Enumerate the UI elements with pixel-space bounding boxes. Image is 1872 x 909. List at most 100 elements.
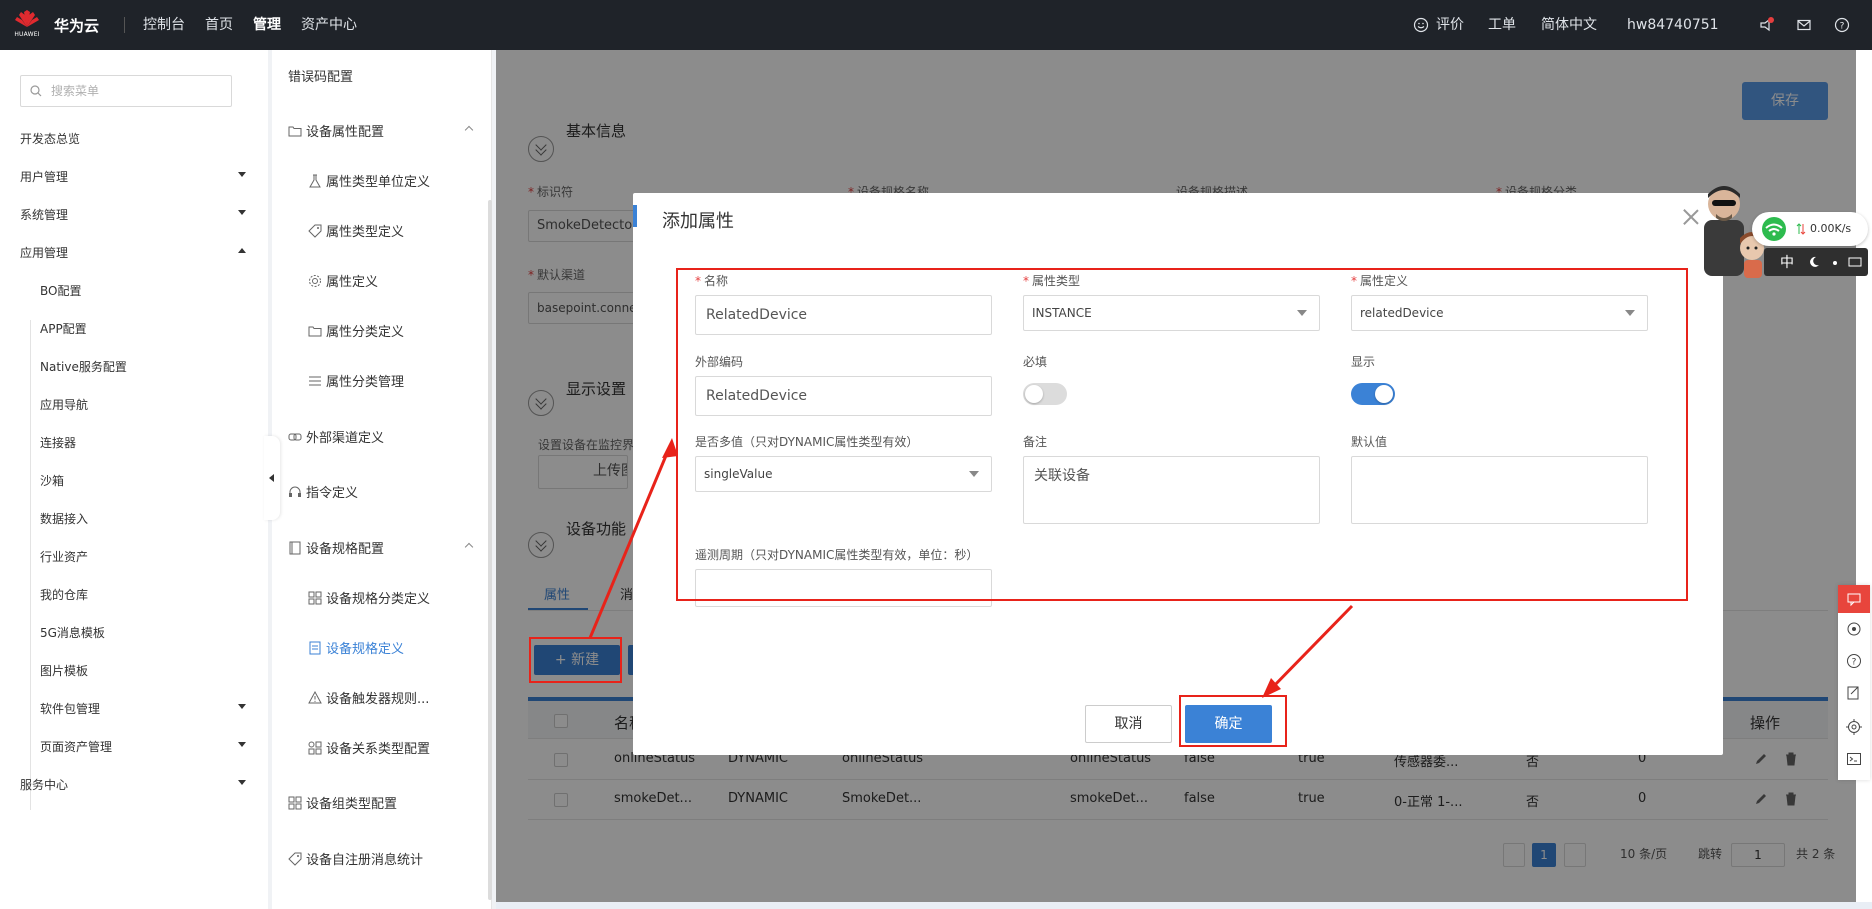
ime-toolbar[interactable]: 中 bbox=[1764, 248, 1868, 276]
menu-search-input[interactable] bbox=[51, 82, 221, 100]
nav2-spec-category-def[interactable]: 设备规格分类定义 bbox=[308, 588, 498, 607]
submenu-data-access[interactable]: 数据接入 bbox=[40, 510, 260, 527]
eye-icon[interactable] bbox=[1846, 621, 1862, 637]
nav2-label: 属性分类管理 bbox=[326, 375, 405, 390]
floating-toolbar: ? bbox=[1838, 585, 1870, 780]
menu-search[interactable] bbox=[20, 75, 232, 107]
nav2-trigger-rule[interactable]: 设备触发器规则... bbox=[308, 688, 498, 707]
secondary-nav: 错误码配置 设备属性配置 属性类型单位定义 属性类型定义 属性定义 属性分类定义… bbox=[272, 50, 492, 909]
submenu-bo-config[interactable]: BO配置 bbox=[40, 282, 260, 299]
huawei-flower-icon bbox=[15, 10, 39, 27]
horizontal-scrollbar[interactable] bbox=[496, 902, 1872, 909]
annotation-new-box bbox=[529, 637, 622, 683]
warning-icon bbox=[308, 691, 322, 704]
up-down-arrows-icon bbox=[1796, 223, 1806, 235]
submenu-app-nav[interactable]: 应用导航 bbox=[40, 396, 260, 413]
dialog-title: 添加属性 bbox=[662, 211, 734, 232]
folder-icon bbox=[288, 126, 302, 136]
nav2-label: 外部渠道定义 bbox=[306, 431, 385, 446]
submenu-app-config[interactable]: APP配置 bbox=[40, 320, 260, 337]
chevron-down-icon bbox=[238, 172, 246, 177]
menu-label: 页面资产管理 bbox=[40, 740, 113, 754]
nav2-label: 设备规格配置 bbox=[306, 542, 385, 557]
notification-icon[interactable] bbox=[1758, 17, 1774, 33]
submenu-sandbox[interactable]: 沙箱 bbox=[40, 472, 260, 489]
smile-icon[interactable] bbox=[1413, 17, 1429, 33]
huawei-logo[interactable]: HUAWEI bbox=[12, 10, 42, 38]
nav2-attr-type-def[interactable]: 属性类型定义 bbox=[308, 221, 498, 240]
nav-assets[interactable]: 资产中心 bbox=[301, 0, 357, 50]
submenu-page-assets[interactable]: 页面资产管理 bbox=[40, 738, 260, 755]
target-icon[interactable] bbox=[1846, 719, 1862, 735]
submenu-5g-template[interactable]: 5G消息模板 bbox=[40, 624, 260, 641]
submenu-my-repo[interactable]: 我的仓库 bbox=[40, 586, 260, 603]
submenu-connector[interactable]: 连接器 bbox=[40, 434, 260, 451]
grid-icon bbox=[308, 741, 322, 754]
nav2-attr-category-def[interactable]: 属性分类定义 bbox=[308, 321, 498, 340]
nav-home[interactable]: 首页 bbox=[205, 0, 233, 50]
nav2-attr-category-manage[interactable]: 属性分类管理 bbox=[308, 371, 498, 390]
sidebar-collapse-toggle[interactable] bbox=[264, 436, 280, 520]
link-icon bbox=[288, 433, 302, 440]
nav2-label: 设备规格分类定义 bbox=[326, 592, 431, 607]
chevron-up-icon bbox=[464, 542, 474, 552]
nav2-attr-def[interactable]: 属性定义 bbox=[308, 271, 498, 290]
brand-divider bbox=[124, 17, 125, 33]
terminal-icon[interactable] bbox=[1846, 751, 1862, 767]
net-pill: 0.00K/s bbox=[1752, 212, 1868, 246]
chevron-up-icon bbox=[464, 125, 474, 135]
tag-icon bbox=[288, 852, 302, 866]
submenu-image-template[interactable]: 图片模板 bbox=[40, 662, 260, 679]
nav2-label: 设备规格定义 bbox=[326, 642, 405, 657]
menu-system-management[interactable]: 系统管理 bbox=[20, 206, 260, 223]
keyboard-icon bbox=[1848, 257, 1862, 267]
grid-icon bbox=[288, 796, 302, 809]
brand-name[interactable]: 华为云 bbox=[54, 15, 99, 36]
network-speed-widget[interactable]: 0.00K/s 中 bbox=[1752, 212, 1868, 278]
nav2-error-code[interactable]: 错误码配置 bbox=[288, 66, 478, 85]
user-account[interactable]: hw84740751 bbox=[1627, 0, 1719, 50]
nav2-label: 属性类型定义 bbox=[326, 225, 405, 240]
submenu-package-management[interactable]: 软件包管理 bbox=[40, 700, 260, 717]
nav-console[interactable]: 控制台 bbox=[143, 0, 185, 50]
nav-manage[interactable]: 管理 bbox=[253, 0, 281, 50]
nav-scrollbar[interactable] bbox=[488, 200, 492, 900]
ticket-link[interactable]: 工单 bbox=[1488, 0, 1516, 50]
nav2-command-def[interactable]: 指令定义 bbox=[288, 482, 478, 501]
gear-icon bbox=[309, 274, 321, 287]
feedback-link[interactable]: 评价 bbox=[1436, 0, 1464, 50]
nav2-group-type[interactable]: 设备组类型配置 bbox=[288, 793, 478, 812]
help-icon[interactable]: ? bbox=[1834, 17, 1850, 33]
edit-note-icon[interactable] bbox=[1846, 685, 1862, 701]
mail-icon[interactable] bbox=[1796, 17, 1812, 33]
menu-dev-overview[interactable]: 开发态总览 bbox=[20, 130, 260, 147]
chevron-down-icon bbox=[238, 780, 246, 785]
menu-label: 用户管理 bbox=[20, 170, 69, 184]
ime-mode: 中 bbox=[1780, 255, 1794, 271]
submenu-industry-assets[interactable]: 行业资产 bbox=[40, 548, 260, 565]
chevron-down-icon bbox=[238, 704, 246, 709]
nav2-label: 设备属性配置 bbox=[306, 125, 385, 140]
top-bar: HUAWEI 华为云 控制台 首页 管理 资产中心 评价 工单 简体中文 hw8… bbox=[0, 0, 1872, 50]
nav2-external-channel[interactable]: 外部渠道定义 bbox=[288, 427, 478, 446]
nav2-device-spec-config[interactable]: 设备规格配置 bbox=[288, 538, 478, 557]
menu-service-center[interactable]: 服务中心 bbox=[20, 776, 260, 793]
nav2-relation-type[interactable]: 设备关系类型配置 bbox=[308, 738, 498, 757]
nav2-attr-unit-def[interactable]: 属性类型单位定义 bbox=[308, 171, 498, 190]
list-icon bbox=[309, 376, 321, 385]
cancel-button[interactable]: 取消 bbox=[1085, 705, 1172, 743]
grid-icon bbox=[308, 591, 322, 604]
menu-user-management[interactable]: 用户管理 bbox=[20, 168, 260, 185]
nav2-label: 指令定义 bbox=[306, 486, 359, 501]
help-icon[interactable]: ? bbox=[1846, 653, 1862, 669]
nav2-self-register-stats[interactable]: 设备自注册消息统计 bbox=[288, 849, 478, 868]
search-icon bbox=[30, 85, 42, 97]
headset-icon bbox=[289, 486, 301, 497]
nav2-label: 设备关系类型配置 bbox=[326, 742, 431, 757]
nav2-spec-def[interactable]: 设备规格定义 bbox=[308, 638, 498, 657]
nav2-device-attr-config[interactable]: 设备属性配置 bbox=[288, 121, 478, 140]
language-switch[interactable]: 简体中文 bbox=[1541, 0, 1597, 50]
menu-app-management[interactable]: 应用管理 bbox=[20, 244, 260, 261]
submenu-native-service[interactable]: Native服务配置 bbox=[40, 358, 260, 375]
chat-button[interactable] bbox=[1838, 585, 1870, 613]
